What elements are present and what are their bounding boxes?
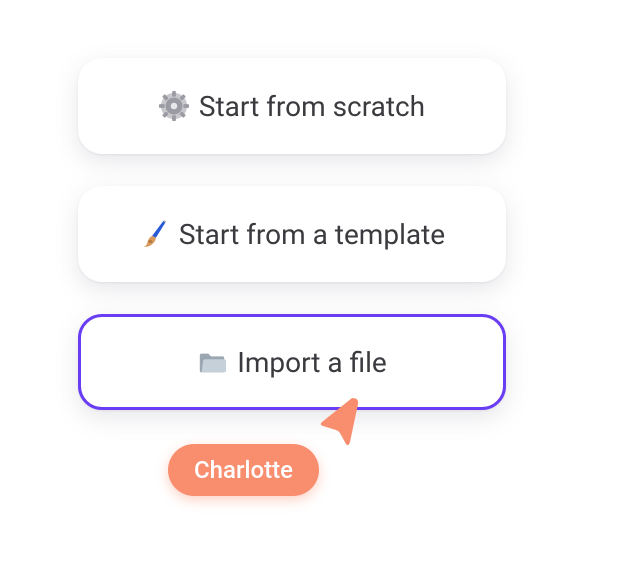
onboarding-option-picker: Start from scratch Start from a template… (0, 0, 638, 568)
collaborator-cursor-icon (316, 396, 366, 446)
gear-icon (159, 91, 189, 121)
collaborator-name-badge: Charlotte (168, 444, 319, 496)
collaborator-name: Charlotte (194, 456, 293, 484)
option-label: Start from a template (179, 218, 445, 251)
folder-icon (197, 347, 227, 377)
option-import-file[interactable]: Import a file (78, 314, 506, 410)
option-label: Start from scratch (199, 90, 425, 123)
option-start-from-scratch[interactable]: Start from scratch (78, 58, 506, 154)
brush-icon (139, 219, 169, 249)
option-label: Import a file (237, 346, 387, 379)
option-start-from-template[interactable]: Start from a template (78, 186, 506, 282)
